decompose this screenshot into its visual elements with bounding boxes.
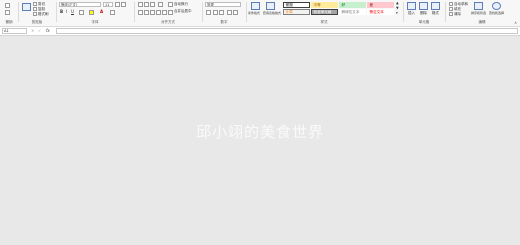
increase-indent-icon[interactable] bbox=[162, 9, 167, 15]
bold-icon[interactable]: B bbox=[60, 9, 63, 14]
cell-style-5[interactable]: 检查单元格 bbox=[311, 8, 338, 15]
format-cells-icon[interactable] bbox=[431, 2, 440, 10]
increase-font-icon[interactable] bbox=[115, 2, 120, 7]
fill-icon[interactable] bbox=[449, 7, 453, 11]
undo-group: 撤销 bbox=[0, 0, 18, 26]
cancel-icon[interactable]: × bbox=[31, 28, 34, 33]
decrease-decimal-icon[interactable] bbox=[233, 9, 238, 15]
format-painter-button[interactable]: 格式刷 bbox=[38, 12, 49, 17]
merge-center-button[interactable]: 合并后居中 bbox=[174, 9, 192, 14]
format-painter-icon[interactable] bbox=[33, 12, 37, 16]
align-center-icon[interactable] bbox=[144, 9, 149, 15]
alignment-group-label: 对齐方式 bbox=[161, 20, 175, 24]
font-color-icon[interactable]: A bbox=[100, 9, 103, 14]
editing-group: 自动求和 填充 清除 排序和筛选 查找和选择 编辑 bbox=[446, 0, 518, 26]
styles-group: 条件格式 套用表格格式 常规 中等 好 差 计算 检查单元格 解释性文本 警告文… bbox=[247, 0, 402, 26]
delete-cells-button[interactable]: 删除 bbox=[420, 11, 427, 16]
formula-input[interactable] bbox=[56, 28, 518, 34]
insert-cells-icon[interactable] bbox=[407, 2, 416, 10]
currency-icon[interactable] bbox=[206, 9, 211, 15]
undo-icon[interactable] bbox=[5, 3, 10, 8]
italic-icon[interactable]: I bbox=[66, 9, 67, 14]
collapse-ribbon-icon[interactable]: ∧ bbox=[514, 20, 517, 25]
conditional-formatting-button[interactable]: 条件格式 bbox=[248, 11, 260, 15]
name-box[interactable]: A1 bbox=[2, 28, 27, 34]
autosum-icon[interactable] bbox=[449, 2, 453, 6]
font-name-combo[interactable]: 等线(正文) bbox=[59, 2, 101, 7]
orientation-icon[interactable] bbox=[158, 2, 163, 7]
clear-button[interactable]: 清除 bbox=[454, 12, 461, 17]
merge-center-icon[interactable] bbox=[168, 9, 173, 15]
decrease-font-icon[interactable] bbox=[121, 2, 126, 7]
format-cells-button[interactable]: 格式 bbox=[432, 11, 439, 16]
format-as-table-icon[interactable] bbox=[266, 2, 275, 10]
align-middle-icon[interactable] bbox=[144, 2, 149, 7]
clipboard-group-label: 剪贴板 bbox=[31, 20, 43, 24]
insert-function-icon[interactable]: fx bbox=[46, 28, 50, 33]
redo-icon[interactable] bbox=[5, 10, 10, 15]
align-bottom-icon[interactable] bbox=[150, 2, 155, 7]
font-group: 等线(正文) 11 B I U A 字体 bbox=[57, 0, 133, 26]
align-top-icon[interactable] bbox=[138, 2, 143, 7]
comma-style-icon[interactable] bbox=[219, 9, 224, 15]
underline-icon[interactable]: U bbox=[71, 9, 74, 14]
fill-color-icon[interactable] bbox=[89, 9, 94, 15]
wrap-text-button[interactable]: 自动换行 bbox=[174, 2, 188, 7]
wrap-text-icon[interactable] bbox=[168, 2, 173, 7]
insert-cells-button[interactable]: 插入 bbox=[408, 11, 415, 16]
find-select-button[interactable]: 查找和选择 bbox=[489, 11, 504, 15]
borders-icon[interactable] bbox=[79, 9, 84, 15]
align-left-icon[interactable] bbox=[138, 9, 143, 15]
watermark: 邱小翊的美食世界 bbox=[195, 123, 324, 141]
sort-filter-button[interactable]: 排序和筛选 bbox=[471, 11, 486, 15]
percent-icon[interactable] bbox=[213, 9, 218, 15]
decrease-indent-icon[interactable] bbox=[156, 9, 161, 15]
styles-more-icon[interactable]: ▾ bbox=[396, 11, 398, 15]
format-as-table-button[interactable]: 套用表格格式 bbox=[263, 11, 281, 15]
find-select-icon[interactable] bbox=[492, 2, 501, 10]
editing-group-label: 编辑 bbox=[478, 20, 486, 24]
cell-style-0[interactable]: 常规 bbox=[283, 1, 310, 8]
cell-style-7[interactable]: 警告文本 bbox=[367, 8, 394, 15]
phonetic-icon[interactable] bbox=[110, 9, 115, 15]
paste-icon[interactable] bbox=[22, 3, 31, 11]
cell-style-1[interactable]: 中等 bbox=[311, 1, 338, 8]
styles-group-label: 样式 bbox=[320, 20, 328, 24]
cell-style-6[interactable]: 解释性文本 bbox=[339, 8, 366, 15]
conditional-formatting-icon[interactable] bbox=[251, 2, 260, 10]
clipboard-group: 剪切 复制 格式刷 剪贴板 bbox=[19, 0, 55, 26]
number-group: 常规 数字 bbox=[203, 0, 245, 26]
styles-scroll-down-icon[interactable]: ▼ bbox=[396, 6, 399, 10]
number-format-combo[interactable]: 常规 bbox=[205, 2, 241, 7]
cut-icon[interactable] bbox=[33, 2, 37, 6]
increase-decimal-icon[interactable] bbox=[227, 9, 232, 15]
font-size-combo[interactable]: 11 bbox=[103, 2, 113, 7]
align-right-icon[interactable] bbox=[150, 9, 155, 15]
styles-scroll-up-icon[interactable]: ▲ bbox=[396, 1, 399, 5]
formula-bar: A1 × ✓ fx bbox=[0, 27, 520, 36]
number-group-label: 数字 bbox=[220, 20, 228, 24]
cell-style-4[interactable]: 计算 bbox=[283, 8, 310, 15]
undo-group-label: 撤销 bbox=[5, 20, 13, 24]
cell-style-2[interactable]: 好 bbox=[339, 1, 366, 8]
worksheet-area[interactable]: 邱小翊的美食世界 bbox=[0, 36, 520, 245]
alignment-group: 自动换行 合并后居中 对齐方式 bbox=[135, 0, 201, 26]
cell-style-3[interactable]: 差 bbox=[367, 1, 394, 8]
clear-icon[interactable] bbox=[449, 12, 453, 16]
copy-icon[interactable] bbox=[33, 7, 37, 11]
sort-filter-icon[interactable] bbox=[474, 2, 483, 10]
enter-icon[interactable]: ✓ bbox=[38, 28, 41, 33]
delete-cells-icon[interactable] bbox=[419, 2, 428, 10]
ribbon: 撤销 剪切 复制 格式刷 剪贴板 等线(正文) 11 B I U A 字体 自动… bbox=[0, 0, 520, 27]
cells-group: 插入 删除 格式 单元格 bbox=[404, 0, 444, 26]
cells-group-label: 单元格 bbox=[418, 20, 430, 24]
font-group-label: 字体 bbox=[91, 20, 99, 24]
